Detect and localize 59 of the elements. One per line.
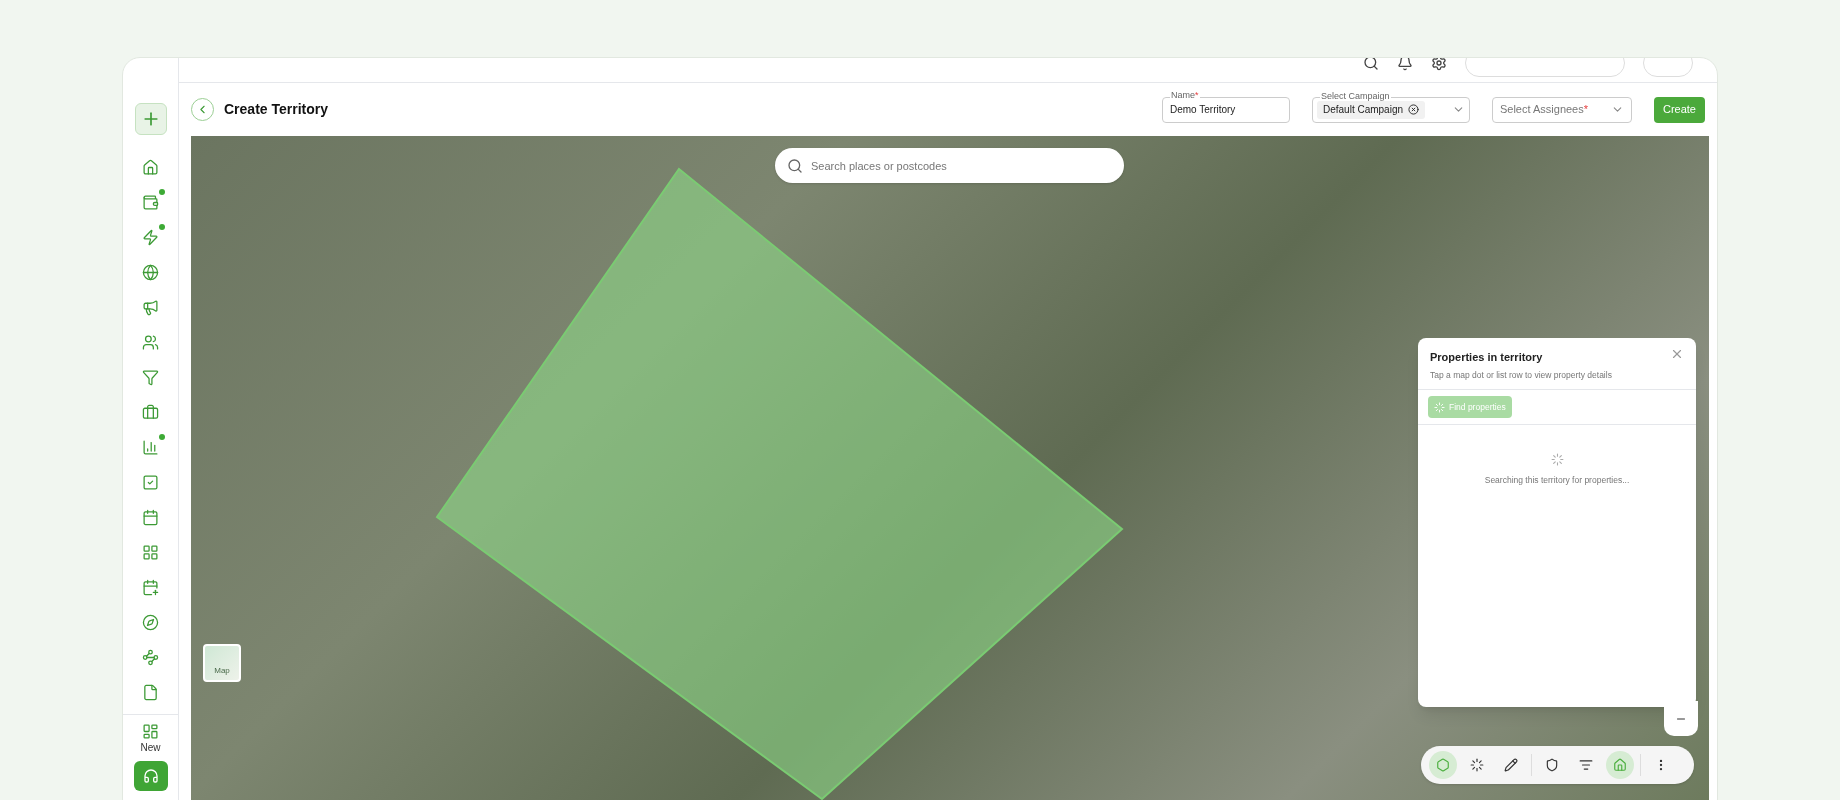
map-search-field[interactable]: Search places or postcodes <box>775 148 1124 183</box>
sidebar-item[interactable] <box>140 507 161 527</box>
sidebar-item[interactable] <box>140 157 161 177</box>
checkbox-icon <box>142 473 159 491</box>
bell-icon[interactable] <box>1397 58 1413 71</box>
campaign-chip[interactable]: Default Campaign <box>1316 100 1425 119</box>
select-placeholder: Select Assignees* <box>1499 102 1589 118</box>
support-button[interactable] <box>133 761 168 791</box>
filter-icon <box>1579 758 1593 772</box>
close-icon <box>1670 347 1684 361</box>
megaphone-icon <box>142 298 159 316</box>
pencil-icon <box>1504 758 1518 772</box>
briefcase-icon <box>142 403 159 421</box>
search-icon[interactable] <box>1363 58 1379 71</box>
compass-icon <box>142 613 159 631</box>
sidebar-item[interactable] <box>140 262 161 282</box>
hexagon-icon <box>1436 758 1450 772</box>
close-button[interactable] <box>1670 347 1684 361</box>
wallet-icon <box>142 193 159 211</box>
sidebar-item[interactable] <box>140 647 161 667</box>
grid-icon <box>142 543 159 561</box>
search-icon <box>787 158 803 174</box>
status-text: Searching this territory for properties... <box>1484 474 1630 487</box>
sidebar-item[interactable] <box>140 332 161 352</box>
panel-title: Properties in territory <box>1430 350 1544 365</box>
zoom-out-button[interactable] <box>1664 701 1698 736</box>
loader-icon <box>1434 401 1445 413</box>
calendar-icon <box>142 508 159 526</box>
assignees-select[interactable]: Select Assignees* <box>1491 96 1632 123</box>
dashboard-icon <box>142 723 159 740</box>
add-button[interactable] <box>134 103 167 135</box>
bar-chart-icon <box>142 438 159 456</box>
loader-icon <box>1470 758 1484 772</box>
calendar-plus-icon <box>142 578 159 596</box>
new-button[interactable]: New <box>140 723 161 755</box>
filter-icon <box>142 368 159 386</box>
settings-icon[interactable] <box>1431 58 1447 71</box>
lightning-icon <box>142 228 159 246</box>
loading-spinner-icon <box>1550 453 1564 467</box>
sidebar-item[interactable] <box>140 577 161 597</box>
page-title: Create Territory <box>224 100 328 119</box>
field-label: Name* <box>1169 91 1200 101</box>
map-layer-toggle[interactable]: Map <box>203 644 241 682</box>
sidebar-item[interactable] <box>140 367 161 387</box>
sidebar-item[interactable] <box>140 542 161 562</box>
sidebar-item[interactable] <box>140 472 161 492</box>
panel-subtitle: Tap a map dot or list row to view property details <box>1430 368 1613 382</box>
route-icon <box>142 648 159 666</box>
file-icon <box>142 683 159 701</box>
sidebar-item[interactable] <box>140 612 161 632</box>
shield-icon <box>1545 758 1559 772</box>
field-label: Select Campaign <box>1319 91 1391 101</box>
clear-icon[interactable] <box>1408 104 1419 115</box>
home-icon <box>142 158 159 176</box>
house-icon <box>1613 758 1627 772</box>
sidebar-item[interactable] <box>140 402 161 422</box>
globe-icon <box>142 263 159 281</box>
headphones-icon <box>142 768 159 784</box>
users-icon <box>142 333 159 351</box>
